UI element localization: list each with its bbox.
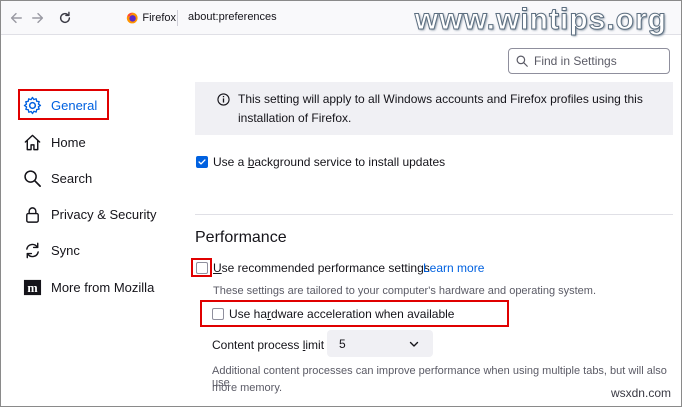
sidebar-item-more-from-mozilla[interactable]: m More from Mozilla — [23, 274, 154, 300]
identity-label: Firefox — [142, 12, 176, 24]
arrow-right-icon — [32, 12, 44, 24]
recommended-settings-description: These settings are tailored to your comp… — [213, 285, 597, 297]
sidebar-item-label: More from Mozilla — [51, 279, 155, 295]
sidebar-item-label: Sync — [51, 242, 80, 258]
search-input[interactable] — [532, 53, 666, 69]
sidebar-item-label: General — [51, 97, 98, 113]
arrow-left-icon — [10, 12, 22, 24]
content-process-limit-value: 5 — [339, 336, 346, 351]
search-icon — [24, 169, 41, 187]
hardware-acceleration-checkbox[interactable] — [212, 308, 224, 320]
recommended-settings-checkbox[interactable] — [196, 262, 208, 274]
svg-text:m: m — [27, 280, 38, 294]
gear-icon — [23, 96, 42, 114]
sidebar-item-privacy[interactable]: Privacy & Security — [23, 201, 156, 227]
sidebar-item-label: Home — [51, 134, 86, 150]
search-icon — [516, 55, 528, 67]
updates-info-text: This setting will apply to all Windows a… — [238, 92, 643, 125]
forward-button[interactable] — [29, 9, 47, 27]
identity-box[interactable]: Firefox — [126, 6, 176, 30]
lock-icon — [26, 206, 39, 223]
content-process-limit-select[interactable]: 5 — [327, 330, 433, 357]
section-divider — [195, 214, 673, 215]
learn-more-link[interactable]: Learn more — [423, 261, 484, 275]
navigation-toolbar: Firefox about:preferences www.wintips.or… — [1, 1, 681, 37]
background-service-label[interactable]: Use a background service to install upda… — [213, 155, 445, 169]
hardware-acceleration-label[interactable]: Use hardware acceleration when available — [229, 307, 454, 321]
mozilla-icon: m — [23, 279, 42, 295]
sidebar-item-search[interactable]: Search — [23, 165, 92, 191]
recommended-settings-label[interactable]: Use recommended performance settings — [213, 261, 430, 275]
sidebar-item-label: Privacy & Security — [51, 206, 157, 222]
updates-info-panel: This setting will apply to all Windows a… — [195, 82, 673, 135]
chevron-down-icon — [409, 341, 419, 347]
content-process-description-line2: more memory. — [212, 382, 283, 394]
reload-icon — [59, 11, 71, 24]
sidebar-item-label: Search — [51, 170, 93, 186]
reload-button[interactable] — [56, 9, 74, 27]
find-in-settings[interactable] — [508, 48, 670, 74]
sidebar-item-general[interactable]: General — [23, 92, 97, 118]
back-button[interactable] — [7, 9, 25, 27]
background-service-checkbox[interactable] — [196, 156, 208, 168]
watermark: www.wintips.org — [414, 3, 667, 37]
sync-icon — [26, 242, 39, 258]
sidebar-item-home[interactable]: Home — [23, 129, 86, 155]
performance-heading: Performance — [195, 229, 287, 246]
footer-watermark: wsxdn.com — [610, 386, 671, 400]
firefox-logo-icon — [126, 12, 138, 24]
checkmark-icon — [198, 159, 206, 165]
content-process-limit-label: Content process limit — [212, 338, 325, 352]
sidebar-item-sync[interactable]: Sync — [23, 237, 80, 263]
url-separator — [177, 10, 178, 26]
home-icon — [24, 134, 41, 150]
url-text[interactable]: about:preferences — [188, 11, 277, 23]
info-icon — [217, 93, 230, 106]
browser-window: Firefox about:preferences www.wintips.or… — [0, 0, 682, 407]
